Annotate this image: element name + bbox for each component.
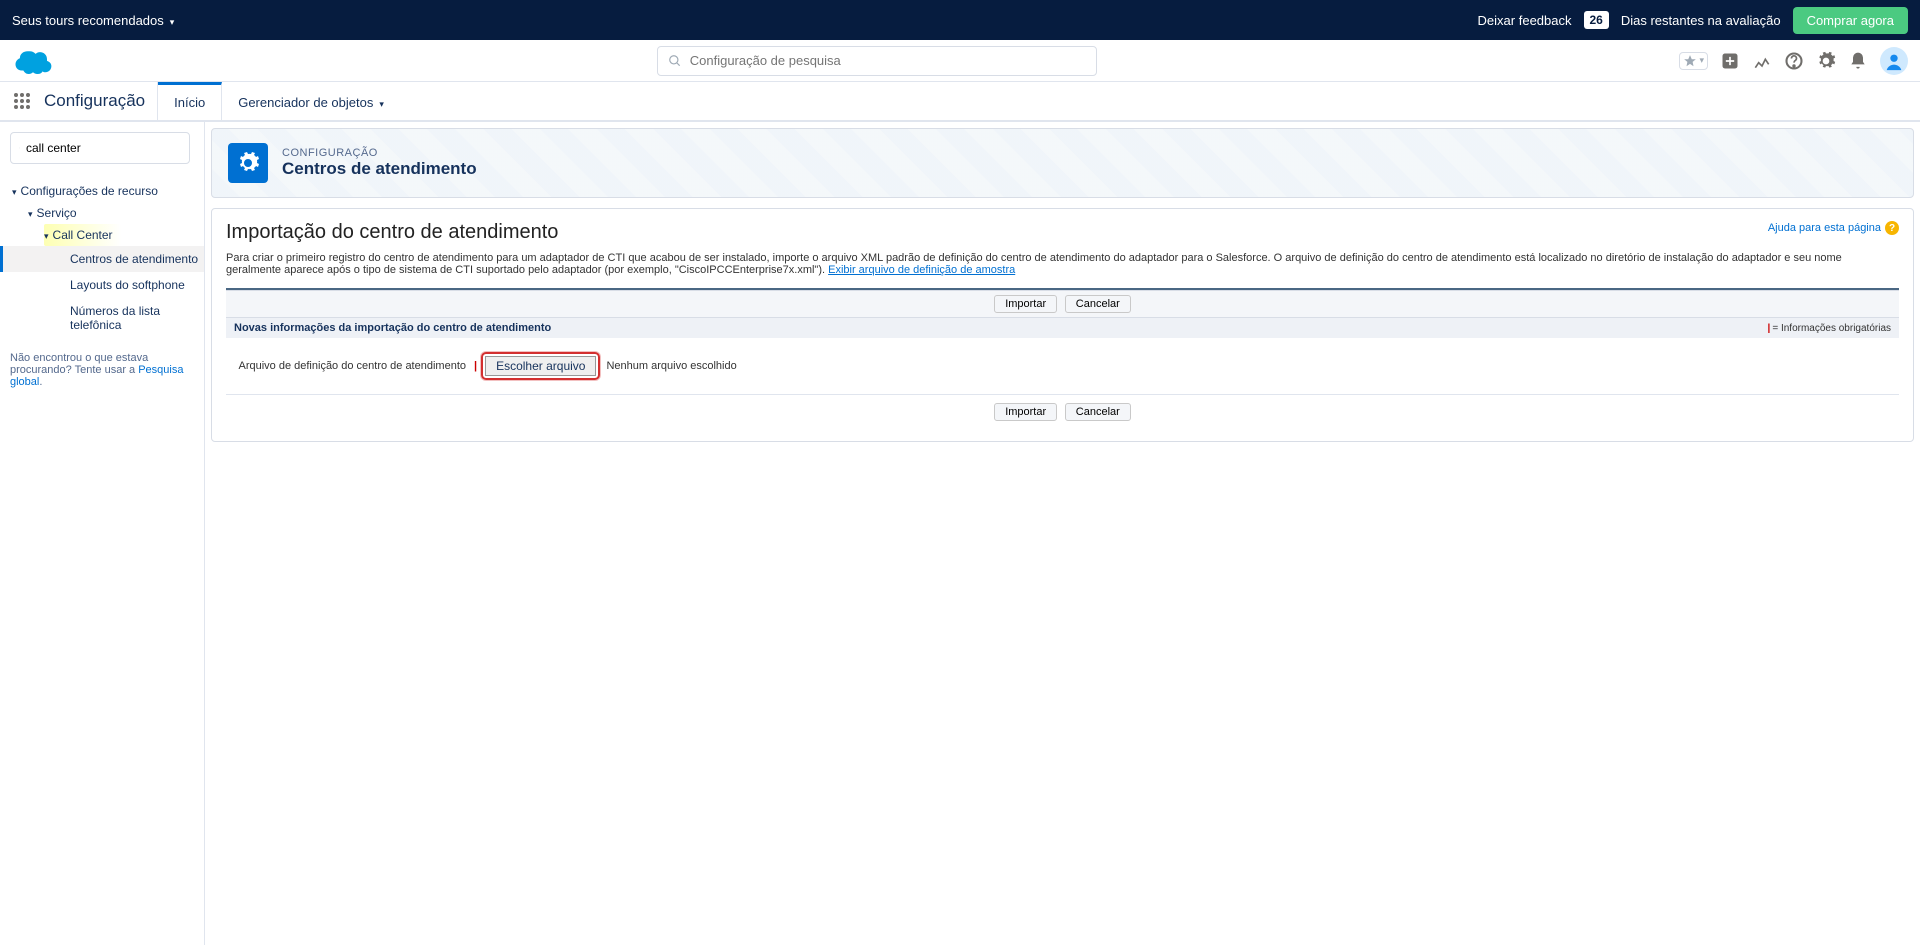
tours-label: Seus tours recomendados xyxy=(12,13,164,28)
sidebar-help-text: Não encontrou o que estava procurando? T… xyxy=(10,352,194,388)
buy-now-button[interactable]: Comprar agora xyxy=(1793,7,1908,34)
setup-sidebar: Configurações de recurso Serviço Call Ce… xyxy=(0,122,205,945)
choose-file-button[interactable]: Escolher arquivo xyxy=(485,356,596,376)
chevron-down-icon xyxy=(170,13,175,28)
global-search[interactable] xyxy=(657,46,1097,76)
tab-home-label: Início xyxy=(174,95,205,110)
section-heading: Importação do centro de atendimento xyxy=(226,221,1899,244)
context-nav-bar: Configuração Início Gerenciador de objet… xyxy=(0,82,1920,122)
section-title: Novas informações da importação do centr… xyxy=(234,322,551,334)
sidebar-search-input[interactable] xyxy=(26,141,181,155)
button-row-top: Importar Cancelar xyxy=(226,290,1899,318)
star-icon xyxy=(1683,54,1697,68)
help-text: Não encontrou o que estava procurando? T… xyxy=(10,352,148,376)
app-name: Configuração xyxy=(44,82,158,120)
tree-label: Call Center xyxy=(53,228,113,242)
sample-file-link[interactable]: Exibir arquivo de definição de amostra xyxy=(828,264,1015,276)
required-legend: |= Informações obrigatórias xyxy=(1768,323,1891,334)
tree-service[interactable]: Serviço xyxy=(10,202,194,224)
search-icon xyxy=(668,54,682,68)
cancel-button[interactable]: Cancelar xyxy=(1065,403,1131,421)
page-title: Centros de atendimento xyxy=(282,159,477,179)
global-search-input[interactable] xyxy=(690,53,1086,68)
search-icon xyxy=(19,142,20,154)
choose-file-highlight: Escolher arquivo xyxy=(481,352,600,380)
days-remaining-label: Dias restantes na avaliação xyxy=(1621,13,1781,28)
file-input-row: Arquivo de definição do centro de atendi… xyxy=(226,338,1899,395)
sidebar-search[interactable] xyxy=(10,132,190,164)
required-indicator: | xyxy=(474,360,477,372)
gear-icon xyxy=(228,143,268,183)
description-body: Para criar o primeiro registro do centro… xyxy=(226,252,1842,276)
favorites-button[interactable] xyxy=(1679,52,1708,70)
bell-icon[interactable] xyxy=(1848,51,1868,71)
tree-directory-numbers[interactable]: Números da lista telefônica xyxy=(10,298,194,338)
chevron-down-icon xyxy=(28,206,33,220)
app-launcher-icon[interactable] xyxy=(0,92,44,110)
file-status-text: Nenhum arquivo escolhido xyxy=(606,360,736,372)
tree-softphone-layouts[interactable]: Layouts do softphone xyxy=(10,272,194,298)
page-header: CONFIGURAÇÃO Centros de atendimento xyxy=(211,128,1914,198)
help-icon: ? xyxy=(1885,221,1899,235)
tree-call-center[interactable]: Call Center xyxy=(44,224,121,246)
tab-object-manager[interactable]: Gerenciador de objetos xyxy=(222,82,400,120)
form-section-header: Novas informações da importação do centr… xyxy=(226,318,1899,338)
main-content: CONFIGURAÇÃO Centros de atendimento Ajud… xyxy=(205,122,1920,945)
page-eyebrow: CONFIGURAÇÃO xyxy=(282,147,477,159)
import-button[interactable]: Importar xyxy=(994,295,1057,313)
help-suffix: . xyxy=(39,376,42,388)
gear-icon[interactable] xyxy=(1816,51,1836,71)
chevron-down-icon xyxy=(379,95,384,110)
tours-dropdown[interactable]: Seus tours recomendados xyxy=(12,13,174,28)
file-field-label: Arquivo de definição do centro de atendi… xyxy=(234,360,474,372)
import-button[interactable]: Importar xyxy=(994,403,1057,421)
tree-call-centers[interactable]: Centros de atendimento xyxy=(0,246,204,272)
import-card: Ajuda para esta página ? Importação do c… xyxy=(211,208,1914,442)
description-text: Para criar o primeiro registro do centro… xyxy=(226,252,1899,276)
tree-feature-settings[interactable]: Configurações de recurso xyxy=(10,180,194,202)
salesforce-logo[interactable] xyxy=(12,46,54,76)
chevron-down-icon xyxy=(12,184,17,198)
required-legend-text: = Informações obrigatórias xyxy=(1772,323,1891,334)
days-remaining-badge: 26 xyxy=(1584,11,1609,29)
help-icon[interactable] xyxy=(1784,51,1804,71)
tree-label: Configurações de recurso xyxy=(21,184,158,198)
global-header xyxy=(0,40,1920,82)
salesforce-help-icon[interactable] xyxy=(1752,51,1772,71)
cancel-button[interactable]: Cancelar xyxy=(1065,295,1131,313)
tree-label: Serviço xyxy=(37,206,77,220)
chevron-down-icon xyxy=(1699,55,1704,66)
tab-object-manager-label: Gerenciador de objetos xyxy=(238,95,373,110)
chevron-down-icon xyxy=(44,228,49,242)
tab-home[interactable]: Início xyxy=(158,82,222,120)
page-help-link[interactable]: Ajuda para esta página ? xyxy=(1768,221,1899,235)
avatar[interactable] xyxy=(1880,47,1908,75)
feedback-link[interactable]: Deixar feedback xyxy=(1478,13,1572,28)
button-row-bottom: Importar Cancelar xyxy=(226,395,1899,429)
trial-bar: Seus tours recomendados Deixar feedback … xyxy=(0,0,1920,40)
add-icon[interactable] xyxy=(1720,51,1740,71)
help-link-label: Ajuda para esta página xyxy=(1768,222,1881,234)
